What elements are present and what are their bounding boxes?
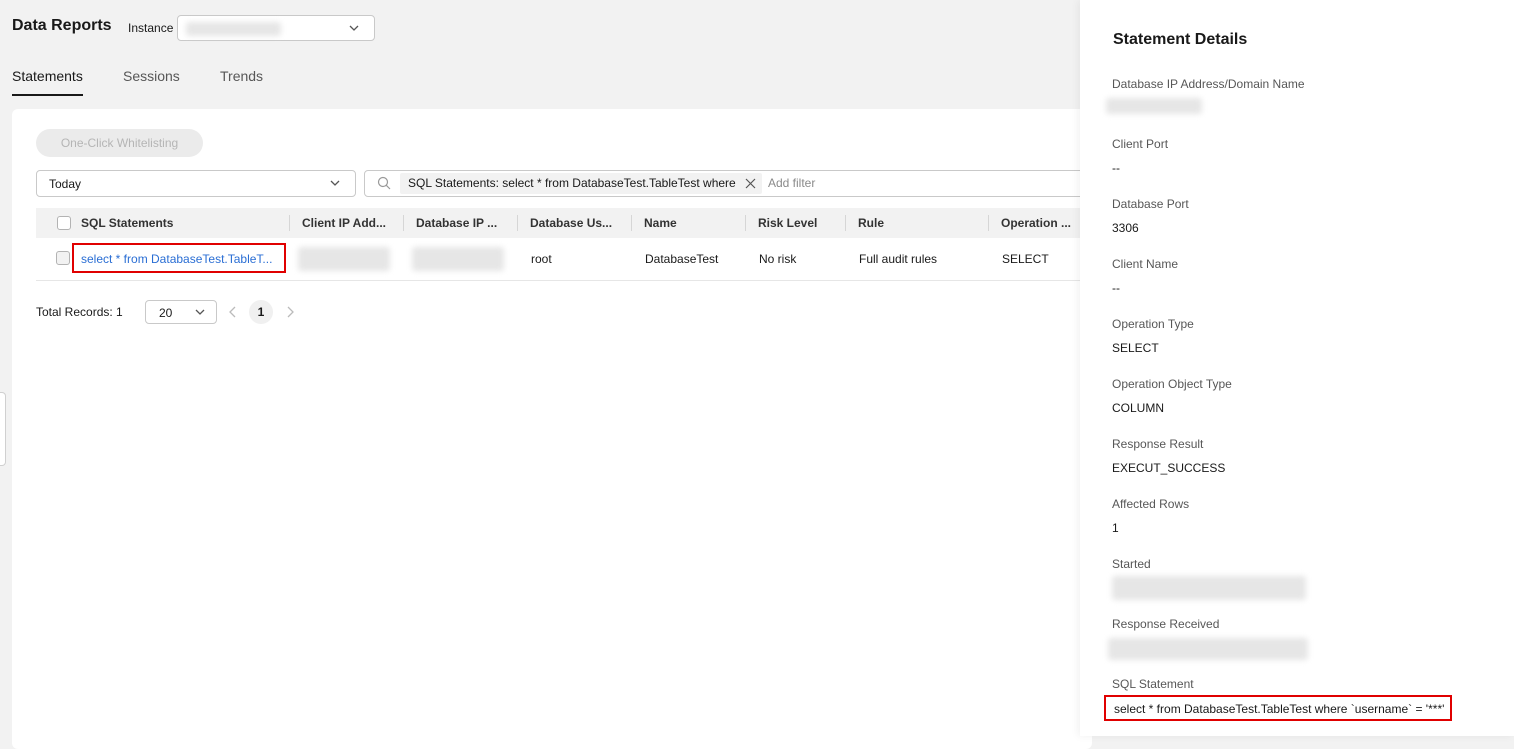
column-risk-level[interactable]: Risk Level — [758, 208, 848, 238]
column-rule[interactable]: Rule — [858, 208, 988, 238]
column-divider — [988, 215, 989, 231]
column-divider — [845, 215, 846, 231]
active-tab-indicator — [12, 94, 83, 96]
filter-tag-text: SQL Statements: select * from DatabaseTe… — [408, 176, 736, 190]
field-label-client-port: Client Port — [1112, 137, 1169, 151]
column-name[interactable]: Name — [644, 208, 739, 238]
drawer-title: Statement Details — [1113, 31, 1248, 48]
field-value-response-result: EXECUT_SUCCESS — [1112, 461, 1226, 475]
started-value-redacted — [1112, 576, 1306, 600]
field-value-operation-object-type: COLUMN — [1112, 401, 1165, 415]
page-current[interactable]: 1 — [249, 300, 273, 324]
sql-statement-highlight: select * from DatabaseTest.TableTest whe… — [1104, 695, 1452, 721]
client-ip-redacted — [298, 247, 390, 271]
column-client-ip[interactable]: Client IP Add... — [302, 208, 397, 238]
chevron-down-icon — [330, 180, 340, 186]
instance-select[interactable] — [177, 15, 375, 41]
name-cell: DatabaseTest — [645, 252, 719, 266]
total-records: Total Records: 1 — [36, 305, 123, 319]
page-title: Data Reports — [12, 17, 112, 34]
field-value-affected-rows: 1 — [1112, 521, 1119, 535]
filter-tag: SQL Statements: select * from DatabaseTe… — [400, 173, 762, 194]
tab-statements[interactable]: Statements — [12, 68, 83, 84]
risk-level-cell: No risk — [759, 252, 797, 266]
field-label-affected-rows: Affected Rows — [1112, 497, 1190, 511]
column-operation[interactable]: Operation ... — [1001, 208, 1081, 238]
page-size-select[interactable]: 20 — [145, 300, 217, 324]
field-label-operation-type: Operation Type — [1112, 317, 1194, 331]
statement-details-drawer: Statement Details Database IP Address/Do… — [1080, 0, 1514, 736]
field-label-database-ip: Database IP Address/Domain Name — [1112, 77, 1305, 91]
field-value-sql-statement: select * from DatabaseTest.TableTest whe… — [1114, 702, 1445, 716]
field-label-operation-object-type: Operation Object Type — [1112, 377, 1232, 391]
side-collapse-handle[interactable] — [0, 392, 6, 466]
instance-value-redacted — [186, 22, 281, 36]
field-label-client-name: Client Name — [1112, 257, 1179, 271]
row-checkbox[interactable] — [56, 251, 70, 265]
table-row[interactable]: select * from DatabaseTest.TableT... roo… — [36, 238, 1096, 281]
instance-label: Instance — [128, 21, 174, 35]
column-divider — [403, 215, 404, 231]
tab-trends[interactable]: Trends — [220, 68, 263, 84]
column-divider — [517, 215, 518, 231]
sql-statement-link[interactable]: select * from DatabaseTest.TableT... — [81, 252, 272, 266]
search-icon — [377, 176, 391, 190]
column-divider — [631, 215, 632, 231]
field-value-operation-type: SELECT — [1112, 341, 1159, 355]
response-received-value-redacted — [1108, 638, 1308, 660]
operation-cell: SELECT — [1002, 252, 1049, 266]
column-sql-statements[interactable]: SQL Statements — [81, 208, 281, 238]
chevron-down-icon — [349, 25, 359, 31]
field-label-started: Started — [1112, 557, 1151, 571]
database-ip-redacted — [412, 247, 504, 271]
close-icon[interactable] — [745, 178, 756, 189]
table-header: SQL Statements Client IP Add... Database… — [36, 208, 1096, 238]
main-panel — [12, 109, 1092, 749]
chevron-right-icon[interactable] — [284, 305, 296, 319]
select-all-checkbox[interactable] — [57, 216, 71, 230]
time-range-select[interactable]: Today — [36, 170, 356, 197]
field-label-response-received: Response Received — [1112, 617, 1220, 631]
time-range-value: Today — [49, 177, 82, 191]
tab-sessions[interactable]: Sessions — [123, 68, 180, 84]
add-filter-placeholder[interactable]: Add filter — [768, 176, 815, 190]
field-value-client-port: -- — [1112, 161, 1120, 175]
field-value-client-name: -- — [1112, 281, 1120, 295]
column-database-user[interactable]: Database Us... — [530, 208, 625, 238]
column-divider — [289, 215, 290, 231]
column-database-ip[interactable]: Database IP ... — [416, 208, 511, 238]
column-divider — [745, 215, 746, 231]
one-click-whitelisting-button[interactable]: One-Click Whitelisting — [36, 129, 203, 157]
page-size-value: 20 — [159, 306, 173, 320]
chevron-down-icon — [195, 309, 205, 315]
database-ip-value-redacted — [1106, 98, 1202, 114]
db-user-cell: root — [531, 252, 552, 266]
field-label-sql-statement: SQL Statement — [1112, 677, 1194, 691]
search-filter-input[interactable]: SQL Statements: select * from DatabaseTe… — [364, 170, 1104, 197]
field-label-database-port: Database Port — [1112, 197, 1189, 211]
field-label-response-result: Response Result — [1112, 437, 1204, 451]
field-value-database-port: 3306 — [1112, 221, 1139, 235]
rule-cell: Full audit rules — [859, 252, 938, 266]
chevron-left-icon[interactable] — [227, 305, 239, 319]
